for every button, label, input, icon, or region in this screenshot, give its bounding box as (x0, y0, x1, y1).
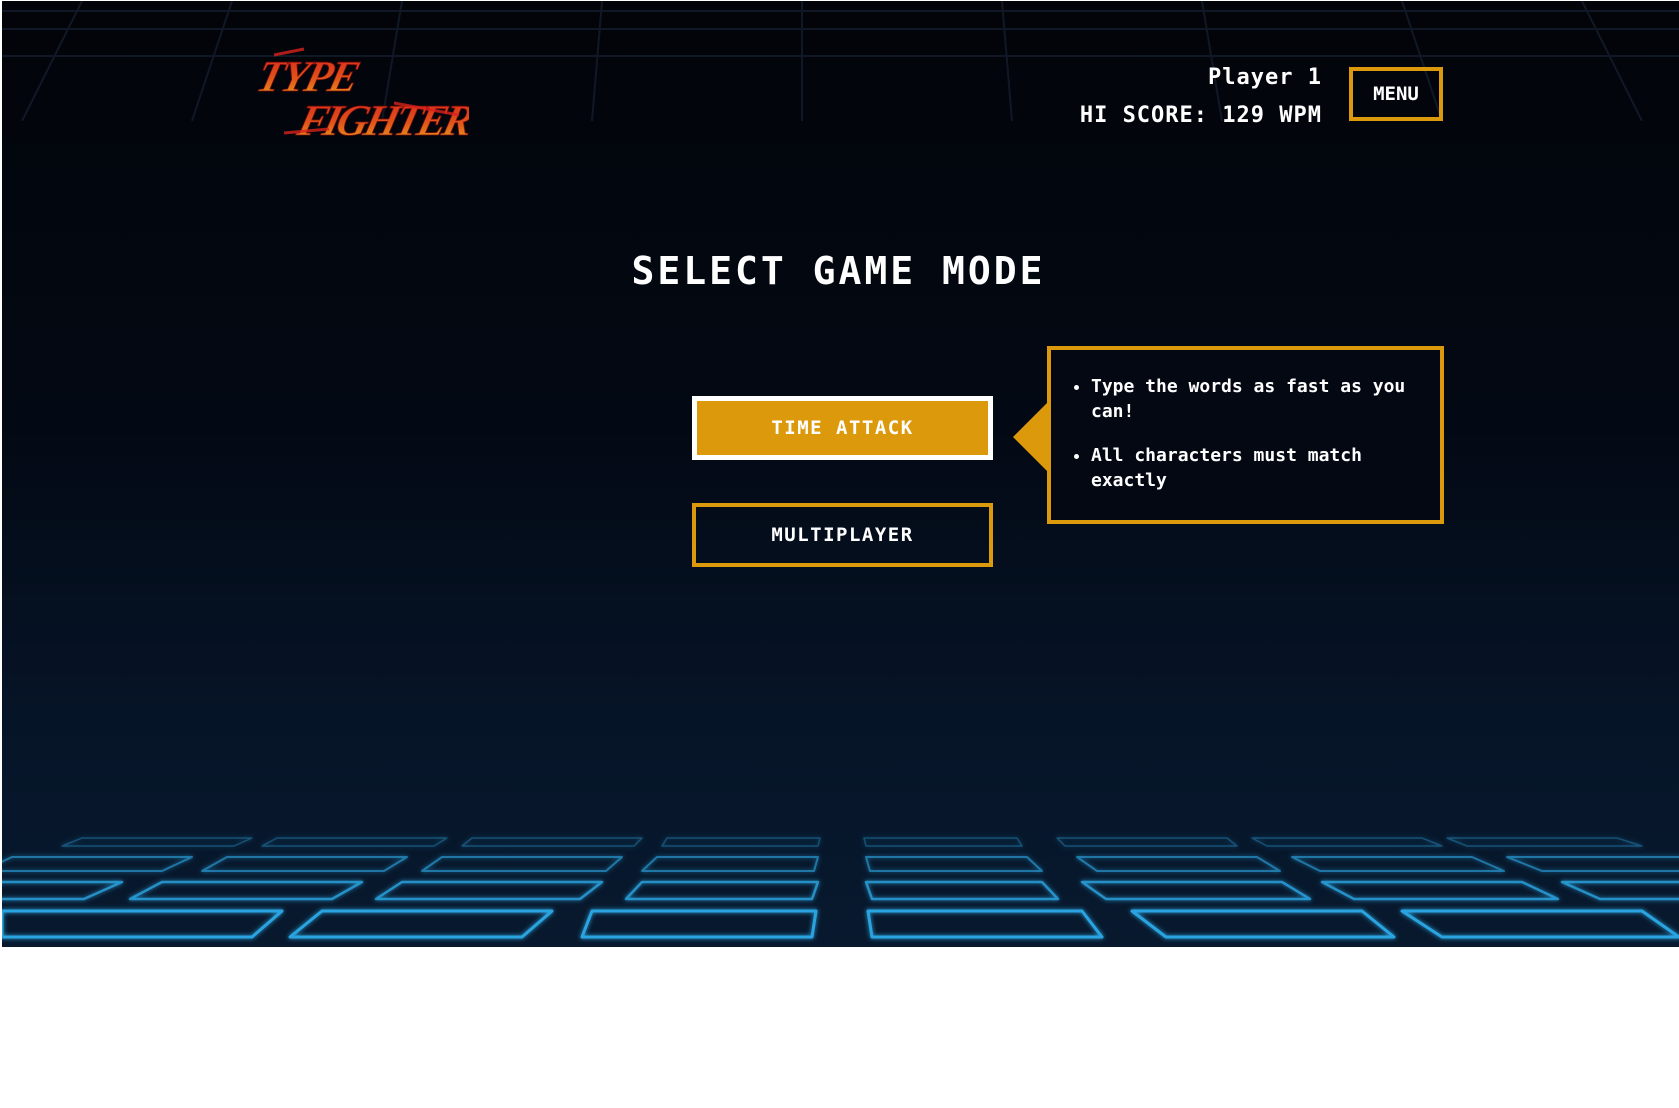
menu-button[interactable]: MENU (1349, 67, 1443, 121)
logo-line2: FIGHTER (292, 96, 469, 143)
time-attack-button[interactable]: TIME ATTACK (692, 396, 993, 460)
page-title: SELECT GAME MODE (631, 249, 1046, 293)
tooltip-bullet: Type the words as fast as you can! (1091, 374, 1422, 424)
floor-grid (2, 837, 1679, 939)
mode-description-tooltip: Type the words as fast as you can! All c… (1047, 346, 1444, 524)
hi-score: HI SCORE: 129 WPM (1079, 103, 1322, 128)
logo-line1: TYPE (252, 52, 363, 101)
tooltip-pointer (1013, 402, 1048, 472)
player-label: Player 1 (1208, 65, 1322, 90)
type-fighter-logo: TYPE FIGHTER (252, 47, 469, 143)
tooltip-bullet: All characters must match exactly (1091, 443, 1422, 493)
multiplayer-button[interactable]: MULTIPLAYER (692, 503, 993, 567)
tooltip-bullet-list: Type the words as fast as you can! All c… (1075, 374, 1422, 493)
game-screen: TYPE FIGHTER Player 1 HI SCORE: 129 WPM … (2, 1, 1679, 947)
player-info: Player 1 HI SCORE: 129 WPM (1080, 59, 1322, 135)
